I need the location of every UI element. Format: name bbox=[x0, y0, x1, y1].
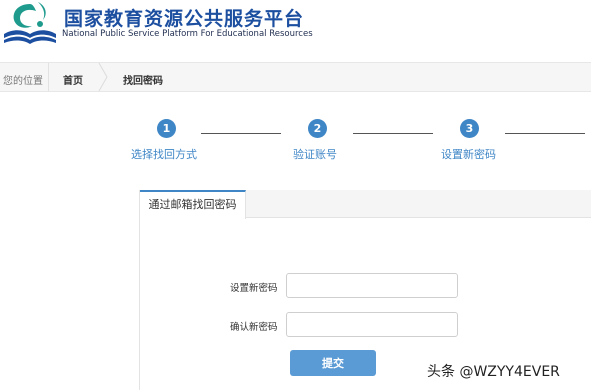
step-connector bbox=[353, 133, 433, 134]
brand-name-cn[interactable]: 国家教育资源公共服务平台 bbox=[64, 4, 304, 31]
step-2-label: 验证账号 bbox=[293, 148, 337, 161]
breadcrumb-home-link[interactable]: 首页 bbox=[63, 72, 83, 87]
confirm-password-input[interactable] bbox=[286, 312, 458, 337]
step-3-circle: 3 bbox=[460, 119, 479, 138]
chevron-right-icon bbox=[98, 63, 108, 91]
submit-button[interactable]: 提交 bbox=[290, 350, 376, 376]
new-password-input[interactable] bbox=[286, 273, 458, 298]
breadcrumb-location-label: 您的位置 bbox=[3, 76, 43, 87]
breadcrumb-divider bbox=[48, 63, 49, 91]
edu-platform-logo-icon[interactable] bbox=[0, 0, 62, 48]
step-connector bbox=[201, 133, 281, 134]
step-1-circle: 1 bbox=[157, 119, 176, 138]
confirm-password-label: 确认新密码 bbox=[230, 322, 278, 333]
step-3-label: 设置新密码 bbox=[441, 148, 496, 161]
tab-bar: 通过邮箱找回密码 bbox=[140, 190, 591, 219]
step-1-label: 选择找回方式 bbox=[131, 148, 197, 161]
step-2-circle: 2 bbox=[308, 119, 327, 138]
watermark-text: 头条 @WZYY4EVER bbox=[427, 364, 560, 380]
new-password-label: 设置新密码 bbox=[230, 283, 278, 294]
breadcrumb-current: 找回密码 bbox=[123, 76, 163, 87]
tab-email-recovery[interactable]: 通过邮箱找回密码 bbox=[140, 190, 246, 219]
brand-name-en: National Public Service Platform For Edu… bbox=[62, 29, 313, 39]
step-connector bbox=[505, 133, 585, 134]
breadcrumb: 您的位置 首页 找回密码 bbox=[0, 62, 591, 92]
site-header: 国家教育资源公共服务平台 National Public Service Pla… bbox=[0, 0, 591, 62]
